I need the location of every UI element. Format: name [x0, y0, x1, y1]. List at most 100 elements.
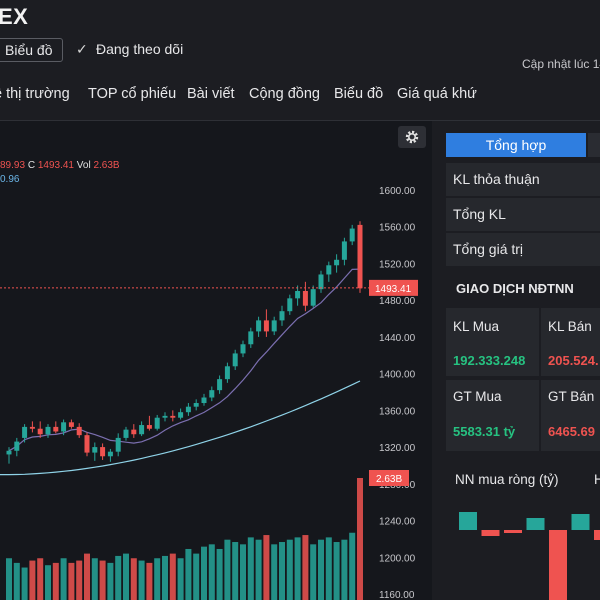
close-label: C	[27, 160, 36, 171]
candle-body	[217, 379, 223, 391]
candle-body	[256, 320, 262, 332]
kl-mua-label: KL Mua	[446, 308, 539, 345]
nav-item-market[interactable]: ê thị trường	[0, 86, 70, 102]
candle-body	[310, 289, 316, 306]
candle-body	[84, 435, 90, 453]
y-tick-label: 1400.00	[379, 370, 416, 381]
volume-bar	[52, 562, 59, 600]
volume-bar	[216, 548, 223, 600]
volume-bar	[310, 544, 317, 600]
volume-bar	[294, 537, 301, 600]
y-tick-label: 1360.00	[379, 406, 416, 417]
volume-bar	[45, 565, 51, 600]
tab-summary[interactable]: Tổng hợp	[446, 133, 586, 157]
net-buy-chart	[459, 512, 600, 600]
volume-bar	[13, 562, 20, 600]
volume-bar	[162, 555, 168, 600]
volume-bar	[201, 546, 207, 600]
gt-ban-value: 6465.69	[541, 413, 600, 451]
ma-readout: 0.96	[0, 174, 20, 185]
volume-bar	[146, 562, 153, 600]
row-total-volume: Tổng KL	[446, 198, 600, 231]
nav-item-history[interactable]: Giá quá khứ	[397, 86, 477, 102]
candle-body	[201, 397, 207, 404]
volume-label: 2.63B	[376, 474, 402, 485]
volume-bar	[357, 478, 363, 600]
volume-bar	[333, 542, 340, 600]
net-buy-bar	[504, 530, 522, 533]
net-buy-bar	[481, 530, 500, 536]
volume-bar	[240, 544, 246, 600]
nav-item-chart[interactable]: Biểu đồ	[334, 86, 383, 102]
price-chart[interactable]: 1600.00 1560.00 1520.00 1480.00 1440.00 1400.…	[0, 121, 432, 600]
y-tick-label: 1560.00	[379, 223, 416, 234]
chart-settings-button[interactable]	[398, 126, 426, 148]
volume-bar	[21, 567, 28, 600]
candle-body	[107, 451, 113, 457]
ohlc-value: 89.93	[0, 160, 26, 171]
candle-body	[178, 412, 184, 418]
candle-body	[271, 320, 277, 332]
candle-body	[131, 429, 137, 435]
candle-body	[14, 441, 20, 451]
candle-body	[357, 224, 363, 289]
candle-body	[139, 425, 145, 435]
net-buy-title: NN mua ròng (tỷ)	[455, 472, 559, 487]
volume-bar	[185, 548, 192, 600]
check-icon: ✓	[76, 41, 88, 57]
y-tick-label: 1600.00	[379, 186, 416, 197]
volume-bar	[107, 562, 114, 600]
follow-label: Đang theo dõi	[96, 41, 184, 57]
volume-bar	[130, 558, 137, 600]
row-total-value: Tổng giá trị	[446, 233, 600, 266]
volume-bar	[91, 558, 98, 600]
candle-body	[123, 429, 129, 438]
volume-bar	[123, 553, 129, 600]
candle-body	[154, 417, 160, 429]
candle-body	[326, 265, 332, 275]
net-buy-title-2: H	[594, 472, 600, 487]
volume-bar	[193, 553, 200, 600]
y-tick-label: 1240.00	[379, 517, 416, 528]
y-tick-label: 1200.00	[379, 553, 416, 564]
volume-bar	[115, 555, 122, 600]
volume-bar	[302, 535, 309, 600]
volume-bar	[29, 560, 36, 600]
gt-mua-label: GT Mua	[446, 380, 539, 413]
chart-chip-button[interactable]: Biểu đồ	[0, 38, 64, 62]
candle-body	[341, 241, 347, 260]
exchange-logo-text: EX	[0, 4, 29, 29]
candle-body	[45, 426, 51, 435]
volume-bar	[318, 539, 324, 600]
volume-bar	[247, 537, 254, 600]
candle-body	[295, 291, 301, 299]
candle-body	[92, 447, 98, 453]
candle-body	[209, 390, 215, 398]
kl-ban-label: KL Bán	[541, 308, 600, 345]
net-buy-bar	[526, 518, 545, 530]
volume-bar	[341, 539, 348, 600]
candle-body	[29, 426, 35, 429]
volume-bar	[6, 558, 12, 600]
volume-bar	[271, 544, 278, 600]
volume-bar	[177, 558, 184, 600]
volume-bar	[76, 560, 83, 600]
candle-body	[193, 403, 199, 407]
candle-body	[37, 428, 43, 435]
y-tick-label: 1160.00	[379, 590, 415, 600]
nav-item-top-stocks[interactable]: TOP cổ phiếu	[88, 86, 176, 102]
volume-bar	[286, 539, 293, 600]
tab-next[interactable]	[588, 133, 600, 157]
candle-body	[318, 274, 324, 290]
follow-toggle[interactable]: ✓ Đang theo dõi	[76, 41, 183, 58]
vol-value: 2.63B	[93, 160, 120, 171]
nav-item-articles[interactable]: Bài viết	[187, 86, 235, 102]
vol-label: Vol	[76, 160, 91, 171]
candle-body	[224, 366, 230, 380]
ohlc-readout: 89.93 C 1493.41 Vol 2.63B	[0, 160, 120, 171]
nav-item-community[interactable]: Cộng đồng	[249, 86, 320, 102]
kl-mua-value: 192.333.248	[446, 345, 539, 376]
page-header: EX Biểu đồ ✓ Đang theo dõi Cập nhật lúc 1…	[0, 0, 600, 120]
candle-body	[349, 228, 355, 242]
updated-time-label: Cập nhật lúc 14	[522, 57, 600, 71]
